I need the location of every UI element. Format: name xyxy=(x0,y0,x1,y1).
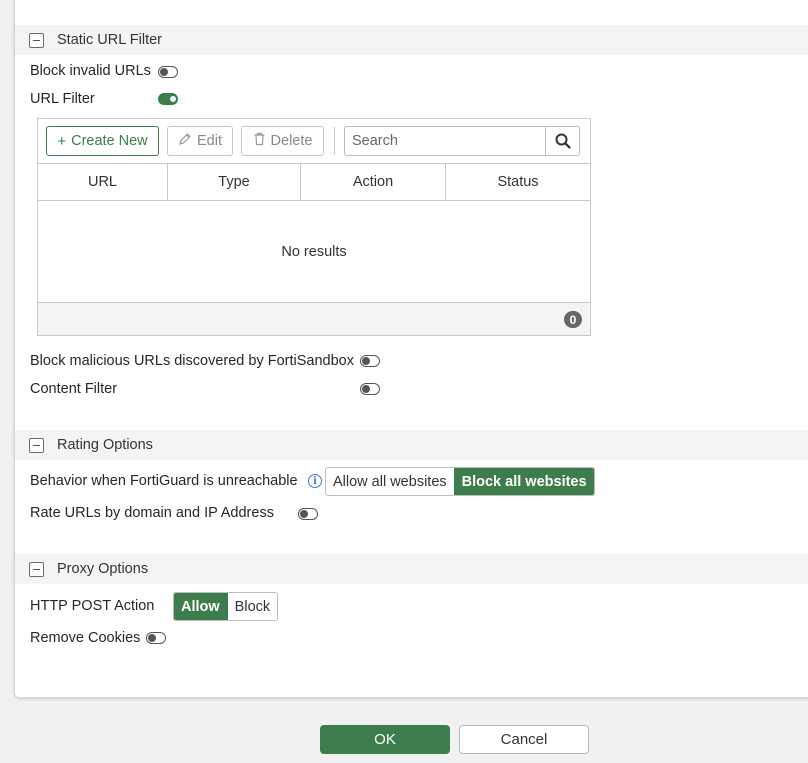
cancel-button[interactable]: Cancel xyxy=(459,725,589,754)
url-filter-label: URL Filter xyxy=(30,91,95,107)
plus-icon: + xyxy=(57,132,67,150)
toolbar-divider xyxy=(334,127,335,155)
column-header-url[interactable]: URL xyxy=(38,164,168,200)
remove-cookies-toggle[interactable] xyxy=(146,632,166,644)
section-header-static-url-filter[interactable]: Static URL Filter xyxy=(15,25,808,55)
column-header-type[interactable]: Type xyxy=(168,164,301,200)
search-button[interactable] xyxy=(545,127,579,155)
http-post-action-label: HTTP POST Action xyxy=(30,598,155,614)
http-post-action-selector: Allow Block xyxy=(173,592,279,621)
block-malicious-urls-label: Block malicious URLs discovered by Forti… xyxy=(30,353,354,369)
search-input[interactable] xyxy=(345,127,545,155)
table-toolbar: + Create New Edit Delete xyxy=(38,119,590,163)
fortiguard-unreachable-label: Behavior when FortiGuard is unreachable xyxy=(30,473,298,489)
column-header-action[interactable]: Action xyxy=(301,164,446,200)
allow-all-websites-option[interactable]: Allow all websites xyxy=(326,468,454,495)
table-footer: 0 xyxy=(38,302,590,335)
content-filter-toggle[interactable] xyxy=(360,383,380,395)
block-invalid-urls-toggle[interactable] xyxy=(158,66,178,78)
search-box xyxy=(344,126,580,156)
collapse-icon[interactable] xyxy=(29,437,44,453)
content-filter-label: Content Filter xyxy=(30,381,118,397)
rate-urls-label: Rate URLs by domain and IP Address xyxy=(30,505,274,521)
table-header: URL Type Action Status xyxy=(38,163,590,201)
pencil-icon xyxy=(178,132,192,150)
section-header-rating-options[interactable]: Rating Options xyxy=(15,430,808,460)
edit-label: Edit xyxy=(197,133,222,149)
delete-button[interactable]: Delete xyxy=(241,126,324,156)
info-icon[interactable]: i xyxy=(308,474,322,488)
result-count-badge: 0 xyxy=(564,311,582,328)
search-icon xyxy=(555,133,571,149)
collapse-icon[interactable] xyxy=(29,32,44,48)
rate-urls-toggle[interactable] xyxy=(298,508,318,520)
remove-cookies-label: Remove Cookies xyxy=(30,630,141,646)
section-title: Proxy Options xyxy=(57,561,149,577)
collapse-icon[interactable] xyxy=(29,561,44,577)
trash-icon xyxy=(253,132,266,150)
delete-label: Delete xyxy=(270,133,313,149)
create-new-button[interactable]: + Create New xyxy=(46,126,159,156)
block-malicious-urls-toggle[interactable] xyxy=(360,355,380,367)
empty-results: No results xyxy=(281,243,347,260)
section-title: Rating Options xyxy=(57,437,153,453)
section-title: Static URL Filter xyxy=(57,32,163,48)
block-invalid-urls-label: Block invalid URLs xyxy=(30,63,151,79)
fortiguard-behavior-selector: Allow all websites Block all websites xyxy=(325,467,595,496)
block-all-websites-option[interactable]: Block all websites xyxy=(453,468,594,495)
create-new-label: Create New xyxy=(71,133,148,149)
settings-panel: Static URL Filter Block invalid URLs URL… xyxy=(14,0,808,698)
allow-option[interactable]: Allow xyxy=(174,593,227,620)
url-filter-table: + Create New Edit Delete Search URL Type… xyxy=(37,118,591,336)
edit-button[interactable]: Edit xyxy=(167,126,233,156)
section-header-proxy-options[interactable]: Proxy Options xyxy=(15,554,808,584)
column-header-status[interactable]: Status xyxy=(446,164,590,200)
block-option[interactable]: Block xyxy=(226,593,277,620)
url-filter-toggle[interactable] xyxy=(158,93,178,105)
ok-button[interactable]: OK xyxy=(320,725,450,754)
